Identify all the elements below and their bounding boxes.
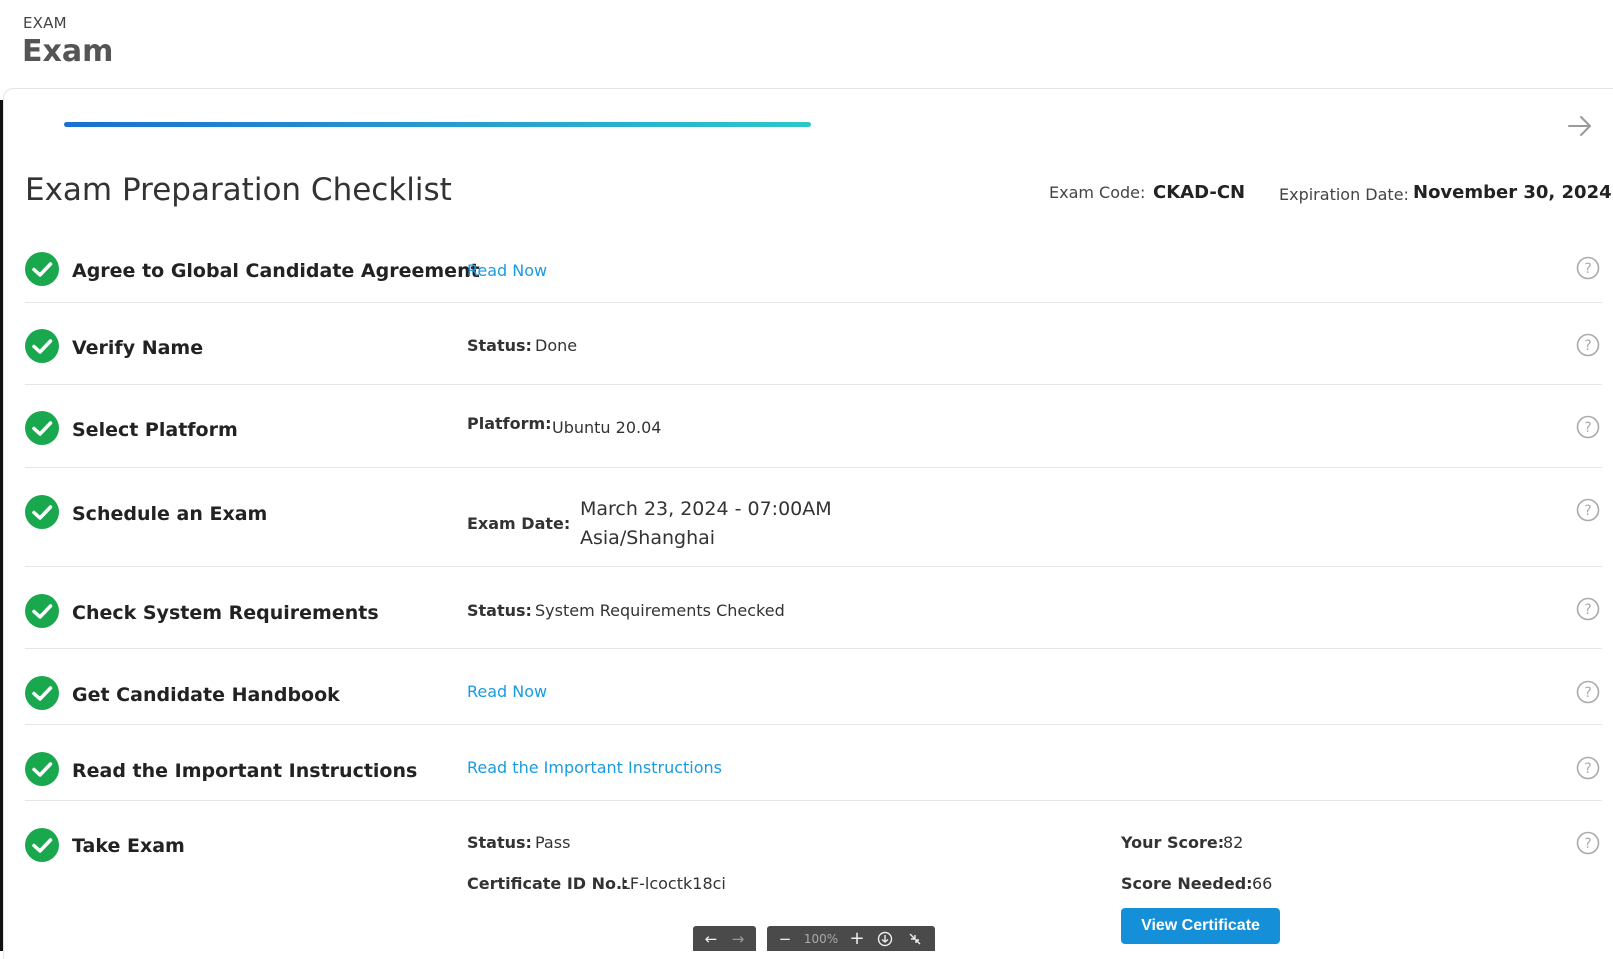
status-label: Status:: [467, 601, 532, 620]
collapse-icon[interactable]: [903, 926, 927, 951]
check-icon: [25, 329, 59, 363]
exam-code-value: CKAD-CN: [1153, 182, 1246, 203]
important-instructions-link[interactable]: Read the Important Instructions: [467, 758, 722, 777]
score-needed-label: Score Needed:: [1121, 874, 1253, 893]
certificate-id-label: Certificate ID No.:: [467, 874, 629, 893]
row-title-important-instructions: Read the Important Instructions: [72, 760, 418, 782]
status-value: Done: [535, 336, 578, 355]
score-needed-value: 66: [1252, 874, 1273, 893]
check-icon: [25, 411, 59, 445]
your-score-label: Your Score:: [1121, 833, 1225, 852]
your-score-value: 82: [1223, 833, 1244, 852]
help-icon[interactable]: ?: [1576, 415, 1600, 439]
row-divider: [25, 467, 1602, 468]
page-header: EXAM Exam: [0, 0, 1613, 88]
svg-text:?: ?: [1584, 602, 1591, 618]
read-now-handbook-link[interactable]: Read Now: [467, 682, 547, 701]
checklist-title: Exam Preparation Checklist: [25, 172, 452, 208]
check-icon: [25, 495, 59, 529]
help-icon[interactable]: ?: [1576, 256, 1600, 280]
certificate-id-value: LF-lcoctk18ci: [621, 874, 726, 893]
zoom-out-icon[interactable]: −: [773, 926, 797, 951]
check-icon: [25, 752, 59, 786]
svg-text:?: ?: [1584, 836, 1591, 852]
check-icon: [25, 828, 59, 862]
svg-text:?: ?: [1584, 261, 1591, 277]
row-title-candidate-handbook: Get Candidate Handbook: [72, 684, 340, 706]
check-icon: [25, 594, 59, 628]
exam-code-label: Exam Code:: [1049, 183, 1146, 202]
row-title-verify-name: Verify Name: [72, 337, 204, 359]
zoom-level: 100%: [803, 931, 839, 946]
svg-text:?: ?: [1584, 503, 1591, 519]
row-divider: [25, 724, 1602, 725]
help-icon[interactable]: ?: [1576, 498, 1600, 522]
view-certificate-button[interactable]: View Certificate: [1121, 908, 1280, 944]
row-title-take-exam: Take Exam: [72, 835, 185, 857]
svg-text:?: ?: [1584, 420, 1591, 436]
row-title-select-platform: Select Platform: [72, 419, 238, 441]
progress-bar: [64, 122, 811, 127]
svg-text:?: ?: [1584, 338, 1591, 354]
next-arrow-icon[interactable]: [1566, 112, 1594, 140]
svg-text:?: ?: [1584, 685, 1591, 701]
help-icon[interactable]: ?: [1576, 756, 1600, 780]
back-arrow-icon[interactable]: ←: [699, 926, 723, 951]
zoom-in-icon[interactable]: +: [845, 926, 869, 951]
pdf-nav-toolbar: ← →: [693, 926, 756, 951]
row-divider: [25, 302, 1602, 303]
row-divider: [25, 648, 1602, 649]
exam-date-label: Exam Date:: [467, 514, 571, 533]
check-icon: [25, 676, 59, 710]
forward-arrow-icon[interactable]: →: [726, 926, 750, 951]
row-title-schedule-exam: Schedule an Exam: [72, 503, 268, 525]
help-icon[interactable]: ?: [1576, 333, 1600, 357]
status-value: System Requirements Checked: [535, 601, 785, 620]
expiration-value: November 30, 2024: [1413, 182, 1612, 203]
page-title: Exam: [22, 34, 114, 69]
check-icon: [25, 252, 59, 286]
status-label: Status:: [467, 833, 532, 852]
row-title-agreement: Agree to Global Candidate Agreement: [72, 260, 480, 282]
status-label: Status:: [467, 336, 532, 355]
download-icon[interactable]: [873, 926, 897, 951]
expiration-label: Expiration Date:: [1279, 185, 1409, 204]
status-value: Pass: [535, 833, 571, 852]
row-divider: [25, 800, 1602, 801]
help-icon[interactable]: ?: [1576, 680, 1600, 704]
row-divider: [25, 384, 1602, 385]
platform-value: Ubuntu 20.04: [552, 418, 662, 437]
row-title-system-requirements: Check System Requirements: [72, 602, 379, 624]
help-icon[interactable]: ?: [1576, 597, 1600, 621]
section-label: EXAM: [23, 14, 67, 32]
exam-date-value: March 23, 2024 - 07:00AM: [580, 498, 832, 520]
pdf-zoom-toolbar: − 100% +: [767, 926, 935, 951]
help-icon[interactable]: ?: [1576, 831, 1600, 855]
row-divider: [25, 566, 1602, 567]
platform-label: Platform:: [467, 414, 552, 433]
exam-timezone-value: Asia/Shanghai: [580, 527, 716, 549]
read-now-agreement-link[interactable]: Read Now: [467, 261, 547, 280]
svg-text:?: ?: [1584, 761, 1591, 777]
